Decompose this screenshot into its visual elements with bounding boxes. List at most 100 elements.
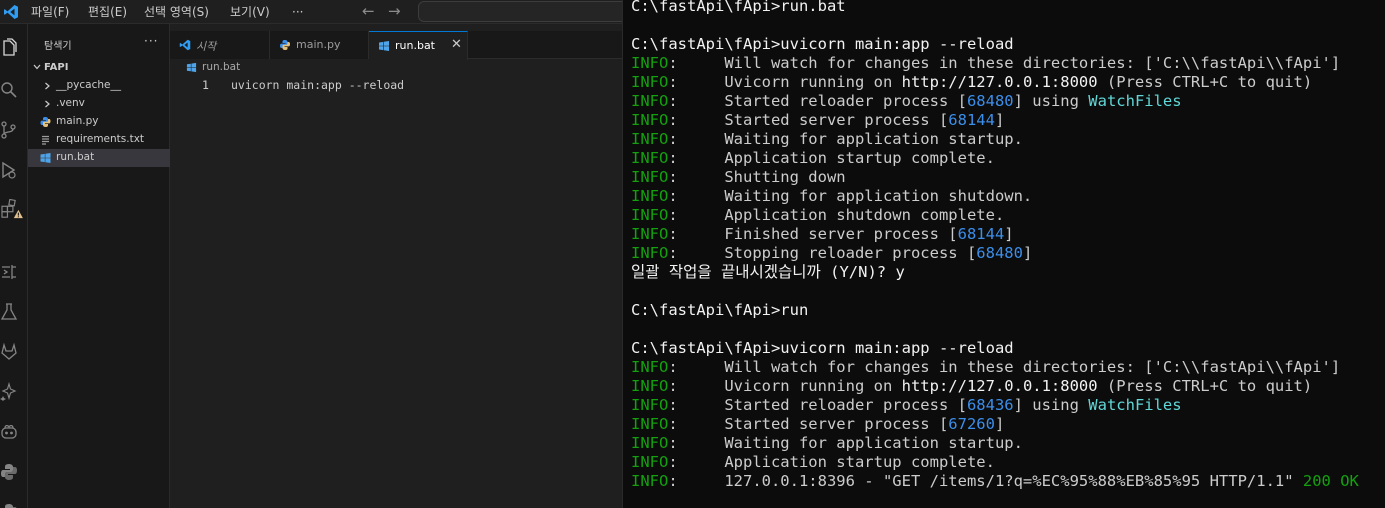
log-level: INFO [631,358,669,376]
folder-header[interactable]: FAPI [28,59,170,77]
terminal-text: C:\fastApi\fApi>uvicorn main:app --reloa… [631,339,1014,357]
extensions-warning-icon[interactable] [0,199,24,219]
search-icon[interactable] [0,80,18,100]
chevron-right-icon [45,82,50,90]
log-level: INFO [631,225,669,243]
log-level: INFO [631,472,669,490]
windows-icon [186,62,197,73]
terminal-text: (Press CTRL+C to quit) [1097,73,1313,91]
tab-main-py[interactable]: main.py [270,31,369,59]
log-level: INFO [631,453,669,471]
arrow-right-icon[interactable]: → [388,2,401,20]
terminal-text: : Stopping reloader process [ [668,244,977,262]
terminal-output: C:\fastApi\fApi>run.bat C:\fastApi\fApi>… [631,0,1359,491]
log-level: INFO [631,377,669,395]
terminal-text: WatchFiles [1088,92,1182,110]
tree-item-pycache[interactable]: __pycache__ [28,77,170,95]
tree-item-requirements[interactable]: requirements.txt [28,131,170,149]
tab-label: run.bat [395,39,435,52]
log-level: INFO [631,206,669,224]
terminal-text: ] [1022,244,1033,262]
sidebar-more-button[interactable]: ··· [144,34,158,48]
terminal-text: : Shutting down [668,168,846,186]
log-level: INFO [631,244,669,262]
terminal-text: : Uvicorn running on [668,73,902,91]
python-alt-icon[interactable] [0,502,18,508]
terminal-line: INFO: Uvicorn running on http://127.0.0.… [631,377,1359,396]
terminal-text: C:\fastApi\fApi>run [631,301,809,319]
terminal-line: INFO: Waiting for application startup. [631,434,1359,453]
close-icon[interactable]: ✕ [451,37,462,53]
sidebar-title: 탐색기 [44,41,72,52]
terminal-line: INFO: Finished server process [68144] [631,225,1359,244]
tree-item-main-py[interactable]: main.py [28,113,170,131]
terminal-line: INFO: 127.0.0.1:8396 - "GET /items/1?q=%… [631,472,1359,491]
terminal-text: 일괄 작업을 끝내시겠습니까 (Y/N)? y [631,263,905,281]
terminal-line: INFO: Uvicorn running on http://127.0.0.… [631,73,1359,92]
menu-more-button[interactable]: ··· [292,4,303,20]
gitlab-icon[interactable] [0,342,18,362]
explorer-sidebar: 탐색기 ··· FAPI __pycache__ .venv main.py r… [28,24,170,508]
menu-edit[interactable]: 편집(E) [88,4,127,20]
ai-sparkle-icon[interactable] [0,382,18,402]
line-number: 1 [202,78,209,92]
chevron-right-icon [45,100,50,108]
remote-explorer-icon[interactable] [0,262,18,282]
terminal-line: C:\fastApi\fApi>uvicorn main:app --reloa… [631,35,1359,54]
tree-item-venv[interactable]: .venv [28,95,170,113]
log-level: INFO [631,396,669,414]
python-icon[interactable] [0,462,18,482]
command-center-search[interactable] [418,1,622,22]
menu-view[interactable]: 보기(V) [230,4,270,20]
vscode-logo-icon[interactable] [3,4,19,20]
terminal-line: INFO: Stopping reloader process [68480] [631,244,1359,263]
source-control-icon[interactable] [0,120,18,140]
title-bar: 파일(F) 편집(E) 선택 영역(S) 보기(V) ··· ← → [0,0,622,24]
terminal-window[interactable]: C:\fastApi\fApi>run.bat C:\fastApi\fApi>… [622,0,1385,508]
terminal-text: : Started reloader process [ [668,396,967,414]
terminal-text: : Finished server process [ [668,225,958,243]
testing-icon[interactable] [0,302,18,322]
terminal-text: 68144 [957,225,1005,243]
menu-file[interactable]: 파일(F) [31,4,69,20]
terminal-text: (Press CTRL+C to quit) [1097,377,1313,395]
copilot-icon[interactable] [0,422,18,442]
terminal-text: WatchFiles [1088,396,1182,414]
tree-item-run-bat[interactable]: run.bat [28,149,170,167]
terminal-text: 67260 [948,415,995,433]
windows-icon [379,41,389,51]
code-line[interactable]: 1 uvicorn main:app --reload [170,76,622,94]
terminal-line: 일괄 작업을 끝내시겠습니까 (Y/N)? y [631,263,1359,282]
tree-item-label: .venv [56,97,85,109]
terminal-text: : Waiting for application shutdown. [668,187,1033,205]
terminal-text: : Started server process [ [668,111,949,129]
terminal-text: http://127.0.0.1:8000 [901,377,1098,395]
python-file-icon [40,117,51,127]
terminal-text: : Will watch for changes in these direct… [668,358,1341,376]
tab-run-bat[interactable]: run.bat ✕ [369,31,468,60]
menu-selection[interactable]: 선택 영역(S) [144,4,209,20]
terminal-text: ] [994,415,1005,433]
log-level: INFO [631,73,669,91]
files-icon[interactable] [0,38,18,58]
tree-item-label: requirements.txt [56,133,145,145]
run-debug-icon[interactable] [0,160,18,180]
terminal-text: 68436 [966,396,1014,414]
terminal-text: ] [1004,225,1014,243]
tab-welcome[interactable]: 시작 [170,31,270,59]
terminal-line: C:\fastApi\fApi>run.bat [631,0,1359,16]
terminal-line [631,320,1359,339]
terminal-text: C:\fastApi\fApi>uvicorn main:app --reloa… [631,35,1014,53]
vscode-window: 파일(F) 편집(E) 선택 영역(S) 보기(V) ··· ← → 탐색기 ·… [0,0,622,508]
terminal-text: : Waiting for application startup. [668,434,1023,452]
code-text[interactable]: uvicorn main:app --reload [231,78,404,92]
terminal-line [631,282,1359,301]
terminal-line: INFO: Will watch for changes in these di… [631,358,1359,377]
terminal-line: INFO: Shutting down [631,168,1359,187]
terminal-line: INFO: Started reloader process [68480] u… [631,92,1359,111]
terminal-text: 68144 [948,111,995,129]
arrow-left-icon[interactable]: ← [362,2,375,20]
log-level: INFO [631,168,669,186]
